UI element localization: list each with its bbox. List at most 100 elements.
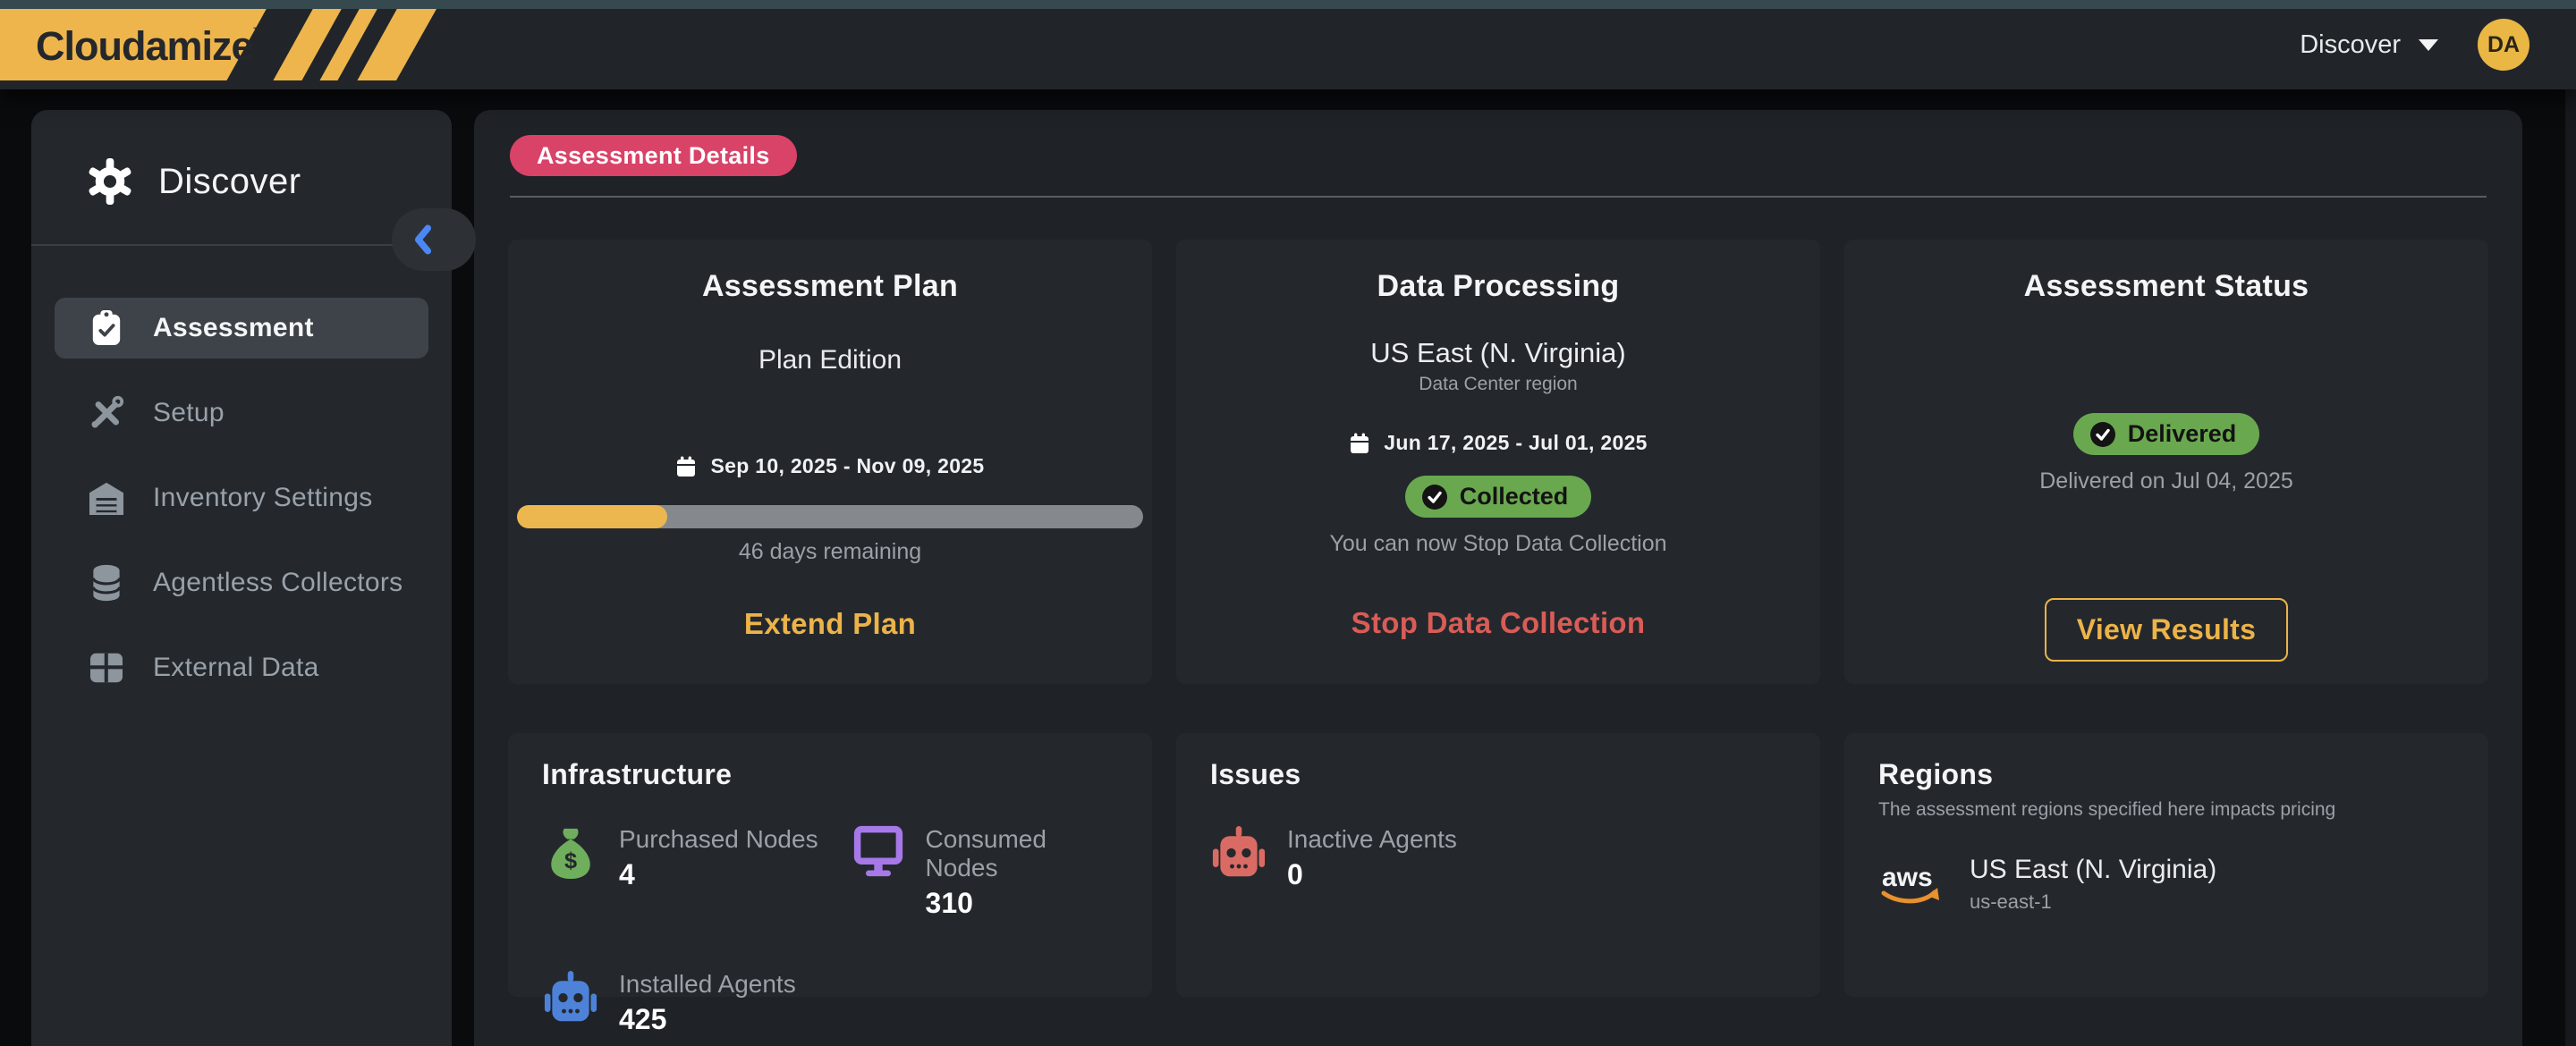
chevron-down-icon [2419, 39, 2438, 51]
delivered-status-label: Delivered [2128, 420, 2237, 448]
robot-icon [1210, 825, 1267, 881]
metric-value: 310 [926, 887, 1118, 920]
sidebar-item-label: Agentless Collectors [153, 568, 402, 598]
metric-installed-agents: Installed Agents 425 [542, 970, 851, 1036]
user-avatar[interactable]: DA [2478, 19, 2529, 71]
metric-label: Consumed Nodes [926, 825, 1118, 882]
top-accent-strip [0, 0, 2576, 9]
plan-date-range: Sep 10, 2025 - Nov 09, 2025 [675, 454, 984, 478]
issues-metrics: Inactive Agents 0 [1210, 825, 1786, 891]
sidebar-collapse-button[interactable] [392, 208, 476, 271]
infrastructure-card: Infrastructure $ Purchased Nodes [508, 733, 1152, 997]
processing-region-sub: Data Center region [1419, 374, 1577, 395]
brand-wordmark: Cloudamize™ [36, 23, 267, 70]
tools-icon [87, 394, 126, 432]
card-title: Regions [1878, 758, 2454, 791]
sidebar-title: Discover [158, 162, 301, 202]
table-icon [87, 652, 126, 684]
sidebar-item-label: Setup [153, 398, 225, 428]
metric-purchased-nodes: $ Purchased Nodes 4 [542, 825, 851, 920]
discover-dropdown-label: Discover [2300, 30, 2401, 60]
plan-progress-bar [517, 505, 1143, 528]
collected-status-label: Collected [1460, 483, 1569, 510]
monitor-icon [851, 825, 906, 877]
metric-label: Inactive Agents [1287, 825, 1457, 854]
check-circle-icon [1421, 484, 1448, 510]
sidebar-item-assessment[interactable]: Assessment [55, 298, 428, 359]
robot-icon [542, 970, 599, 1025]
view-results-button[interactable]: View Results [2045, 598, 2288, 662]
main-panel: Assessment Details Assessment Plan Plan … [474, 110, 2522, 1046]
delivered-on-text: Delivered on Jul 04, 2025 [2039, 468, 2293, 494]
sidebar: Discover Assessment [31, 110, 452, 1046]
sidebar-header: Discover [31, 110, 452, 205]
metric-value: 4 [619, 858, 818, 891]
card-title: Issues [1210, 758, 1786, 791]
card-title: Data Processing [1377, 269, 1620, 304]
delivered-status-badge: Delivered [2073, 413, 2260, 455]
sidebar-divider [31, 244, 452, 246]
sidebar-item-inventory-settings[interactable]: Inventory Settings [55, 468, 428, 528]
plan-days-remaining: 46 days remaining [739, 539, 921, 565]
processing-date-range: Jun 17, 2025 - Jul 01, 2025 [1349, 431, 1648, 455]
metric-consumed-nodes: Consumed Nodes 310 [851, 825, 1118, 920]
metric-value: 425 [619, 1003, 796, 1036]
trademark-symbol: ™ [253, 25, 267, 40]
detail-cards-row: Infrastructure $ Purchased Nodes [508, 733, 2488, 997]
assessment-status-card: Assessment Status Delivered Delivered on… [1844, 240, 2488, 684]
card-title: Assessment Plan [702, 269, 958, 304]
metric-text: Installed Agents 425 [619, 970, 796, 1036]
assessment-details-badge[interactable]: Assessment Details [510, 135, 797, 176]
database-icon [87, 564, 126, 602]
warehouse-icon [87, 481, 126, 515]
region-code: us-east-1 [1970, 890, 2216, 914]
card-title: Infrastructure [542, 758, 1118, 791]
sidebar-menu: Assessment Setup [31, 298, 452, 698]
infrastructure-metrics: $ Purchased Nodes 4 [542, 825, 1118, 1036]
plan-progress-fill [517, 505, 667, 528]
metric-label: Installed Agents [619, 970, 796, 999]
top-navigation-bar: Cloudamize™ Discover DA [0, 0, 2576, 89]
region-item-text: US East (N. Virginia) us-east-1 [1970, 855, 2216, 914]
topbar-right-group: Discover DA [2300, 9, 2529, 80]
clipboard-check-icon [87, 309, 126, 347]
check-circle-icon [2089, 421, 2116, 448]
svg-text:aws: aws [1882, 863, 1933, 892]
plan-date-range-text: Sep 10, 2025 - Nov 09, 2025 [710, 454, 984, 478]
sidebar-item-setup[interactable]: Setup [55, 383, 428, 443]
metric-label: Purchased Nodes [619, 825, 818, 854]
sidebar-item-agentless-collectors[interactable]: Agentless Collectors [55, 553, 428, 613]
regions-card: Regions The assessment regions specified… [1844, 733, 2488, 997]
cloudamize-logo[interactable]: Cloudamize™ [0, 9, 436, 80]
sidebar-item-label: Inventory Settings [153, 483, 373, 513]
discover-dropdown[interactable]: Discover [2300, 30, 2438, 60]
processing-region: US East (N. Virginia) [1370, 337, 1625, 369]
svg-text:$: $ [564, 848, 577, 873]
metric-inactive-agents: Inactive Agents 0 [1210, 825, 1519, 891]
metric-text: Purchased Nodes 4 [619, 825, 818, 891]
issues-card: Issues [1176, 733, 1820, 997]
region-list-item: aws US East (N. Virginia) us-east-1 [1878, 855, 2454, 914]
data-processing-card: Data Processing US East (N. Virginia) Da… [1176, 240, 1820, 684]
collected-status-badge: Collected [1405, 476, 1592, 518]
metric-text: Inactive Agents 0 [1287, 825, 1457, 891]
gear-icon [87, 158, 133, 205]
sidebar-item-label: Assessment [153, 313, 314, 343]
metric-text: Consumed Nodes 310 [926, 825, 1118, 920]
calendar-icon [1349, 433, 1370, 454]
money-bag-icon: $ [542, 825, 599, 881]
extend-plan-button[interactable]: Extend Plan [744, 607, 916, 641]
section-divider [510, 196, 2487, 198]
processing-date-range-text: Jun 17, 2025 - Jul 01, 2025 [1384, 431, 1648, 455]
sidebar-item-external-data[interactable]: External Data [55, 637, 428, 698]
regions-subtitle: The assessment regions specified here im… [1878, 799, 2454, 821]
chevron-left-icon [411, 224, 435, 255]
calendar-icon [675, 456, 697, 477]
plan-edition-label: Plan Edition [758, 345, 902, 375]
processing-hint: You can now Stop Data Collection [1329, 531, 1666, 557]
stop-data-collection-button[interactable]: Stop Data Collection [1352, 606, 1646, 640]
card-title: Assessment Status [2024, 269, 2309, 304]
assessment-plan-card: Assessment Plan Plan Edition Sep 10, 202… [508, 240, 1152, 684]
region-name: US East (N. Virginia) [1970, 855, 2216, 885]
scrollbar-track[interactable] [2565, 89, 2576, 1046]
